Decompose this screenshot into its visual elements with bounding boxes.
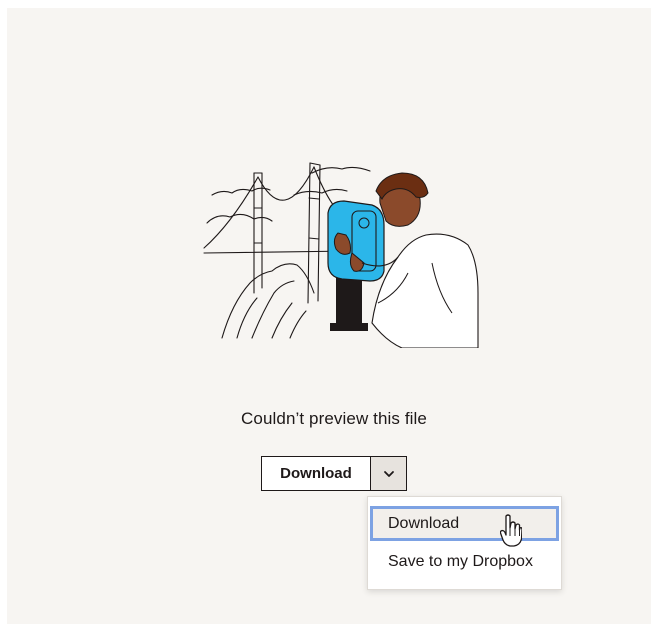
hand-pointer-cursor-icon [500, 514, 522, 547]
menu-item-save-to-dropbox[interactable]: Save to my Dropbox [370, 544, 559, 579]
binoculars-illustration [203, 162, 479, 348]
download-options-button[interactable] [371, 456, 407, 491]
menu-item-download[interactable]: Download [370, 506, 559, 541]
chevron-down-icon [383, 470, 394, 477]
preview-error-message: Couldn’t preview this file [241, 409, 427, 428]
download-options-menu: Download Save to my Dropbox [367, 496, 562, 590]
download-button[interactable]: Download [261, 456, 371, 491]
download-split-button: Download [261, 456, 407, 491]
